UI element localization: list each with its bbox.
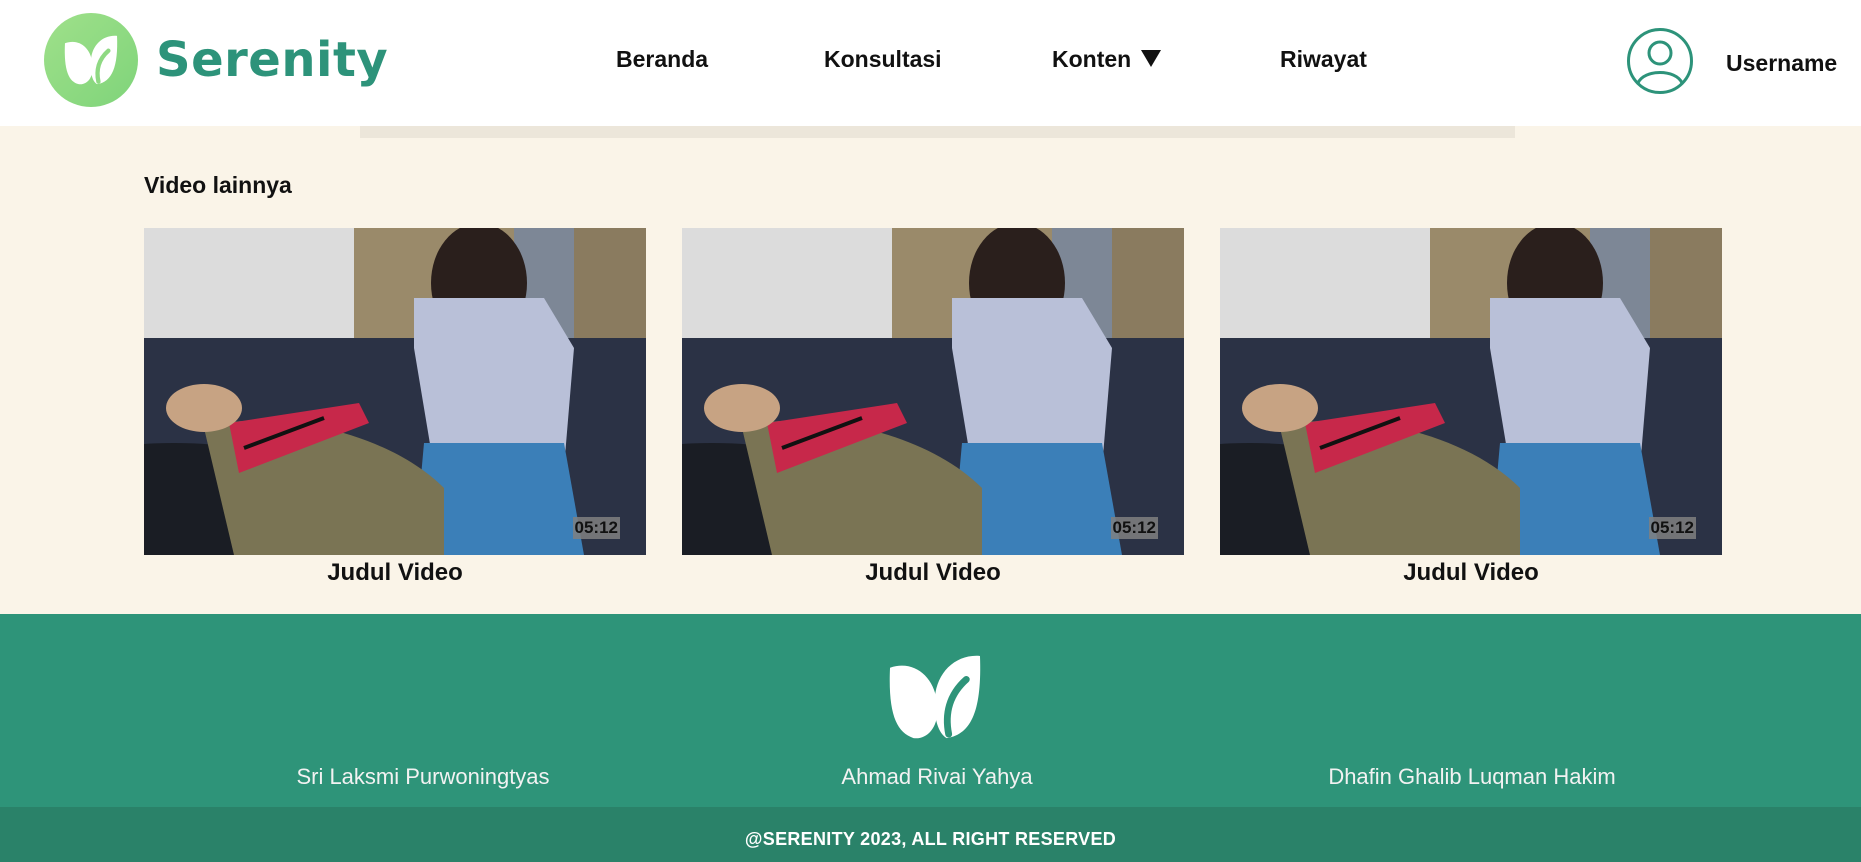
nav-item-konten-label: Konten [1052, 46, 1132, 72]
video-thumbnail[interactable]: 05:12 [144, 228, 646, 555]
caret-down-icon [1141, 50, 1162, 67]
video-title[interactable]: Judul Video [682, 559, 1184, 587]
main-nav: Beranda Konsultasi Konten Riwayat [0, 0, 1861, 120]
leaf-icon [885, 654, 985, 747]
username-label: Username [1726, 50, 1838, 76]
video-thumbnail[interactable]: 05:12 [682, 228, 1184, 555]
user-menu[interactable]: Username [1626, 27, 1837, 100]
footer-credit: Dhafin Ghalib Luqman Hakim [1328, 764, 1616, 789]
copyright-text: @SERENITY 2023, ALL RIGHT RESERVED [744, 829, 1117, 849]
nav-item-konsultasi[interactable]: Konsultasi [824, 46, 942, 73]
footer-credit: Sri Laksmi Purwoningtyas [296, 764, 550, 789]
video-duration: 05:12 [572, 517, 620, 539]
video-thumbnail[interactable]: 05:12 [1220, 228, 1722, 555]
nav-item-beranda[interactable]: Beranda [616, 46, 708, 73]
footer: Sri Laksmi Purwoningtyas Ahmad Rivai Yah… [0, 614, 1861, 807]
nav-item-riwayat[interactable]: Riwayat [1280, 46, 1367, 73]
video-title[interactable]: Judul Video [144, 559, 646, 587]
video-list: 05:12 Judul Video 05:12 Judul Video 05:1… [144, 228, 1722, 588]
nav-item-konten[interactable]: Konten [1052, 46, 1162, 73]
video-card[interactable]: 05:12 Judul Video [682, 228, 1184, 587]
footer-credit: Ahmad Rivai Yahya [841, 764, 1033, 789]
video-duration: 05:12 [1110, 517, 1158, 539]
header-divider [360, 126, 1515, 138]
video-card[interactable]: 05:12 Judul Video [1220, 228, 1722, 587]
copyright-bar: @SERENITY 2023, ALL RIGHT RESERVED [0, 807, 1861, 862]
user-avatar-icon [1626, 27, 1694, 100]
section-title: Video lainnya [144, 172, 292, 198]
video-title[interactable]: Judul Video [1220, 559, 1722, 587]
video-duration: 05:12 [1648, 517, 1696, 539]
top-navbar: Serenity Beranda Konsultasi Konten Riway… [0, 0, 1861, 126]
video-card[interactable]: 05:12 Judul Video [144, 228, 646, 587]
